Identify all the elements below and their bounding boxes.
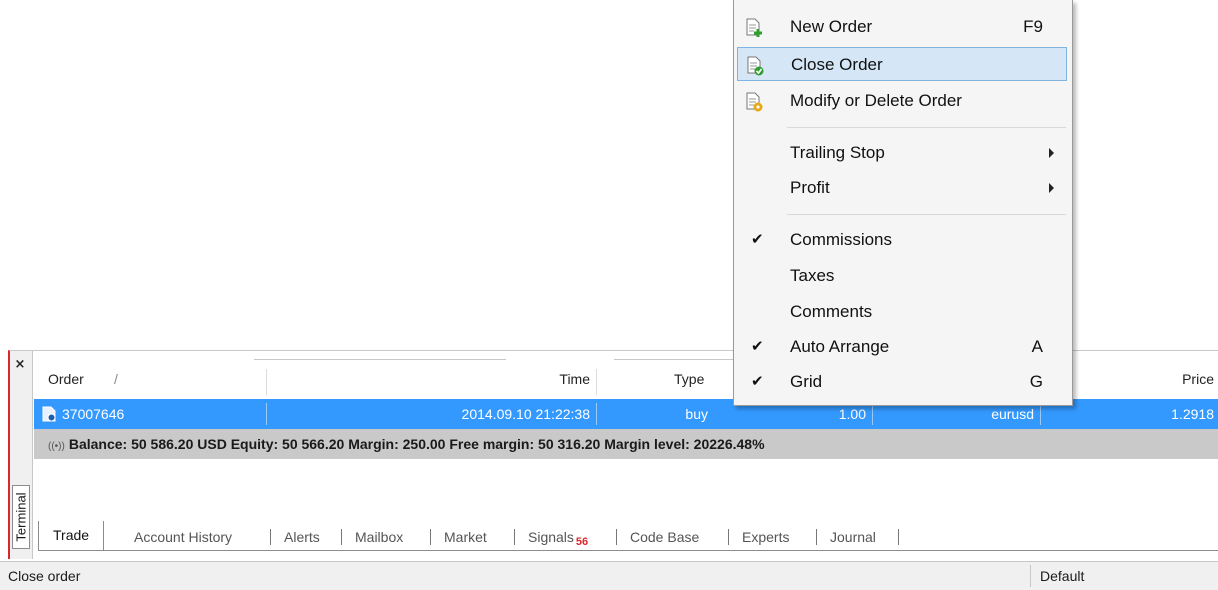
menu-item-shortcut: F9 [1023, 17, 1043, 36]
column-type[interactable]: Type [674, 359, 704, 399]
signals-count-badge: 56 [575, 536, 589, 548]
menu-item-profit[interactable]: Profit [737, 171, 1067, 205]
submenu-arrow-icon [1049, 148, 1054, 158]
menu-item-label: Comments [790, 302, 873, 321]
status-profile: Default [1040, 568, 1085, 584]
status-separator [1030, 565, 1031, 587]
menu-item-label: Taxes [790, 266, 835, 285]
tab-trade[interactable]: Trade [38, 521, 105, 551]
cell-type: buy [685, 406, 708, 422]
menu-item-label: Close Order [791, 55, 883, 74]
terminal-label: Terminal [13, 492, 29, 542]
tab-separator [898, 529, 899, 545]
tab-separator [728, 529, 729, 545]
menu-item-label: Grid [790, 372, 823, 391]
checkmark-icon: ✔ [751, 231, 764, 248]
cell-order: 37007646 [62, 406, 125, 422]
status-bar: Close order Default [0, 561, 1218, 590]
menu-item-taxes[interactable]: Taxes [737, 259, 1067, 293]
tab-separator [514, 529, 515, 545]
checkmark-icon: ✔ [751, 338, 764, 355]
checkmark-icon: ✔ [751, 373, 764, 390]
modify-order-icon [746, 92, 763, 112]
context-menu: New Order F9 Close Order Modify or Delet… [733, 0, 1073, 406]
tab-account-history[interactable]: Account History [134, 523, 232, 551]
balance-text: Balance: 50 586.20 USD Equity: 50 566.20… [68, 436, 765, 452]
menu-item-shortcut: G [1029, 372, 1043, 391]
menu-separator [787, 127, 1066, 128]
terminal-sidebar: × Terminal [10, 351, 33, 559]
menu-item-trailing-stop[interactable]: Trailing Stop [737, 136, 1067, 170]
new-order-icon [746, 18, 762, 37]
order-icon [42, 406, 56, 422]
tab-separator [270, 529, 271, 545]
tab-code-base[interactable]: Code Base [630, 523, 699, 551]
tab-mailbox[interactable]: Mailbox [355, 523, 403, 551]
close-icon[interactable]: × [13, 358, 27, 372]
tab-separator [816, 529, 817, 545]
menu-item-label: Auto Arrange [790, 337, 890, 356]
status-text: Close order [8, 568, 81, 584]
tab-separator [430, 529, 431, 545]
menu-item-modify-delete-order[interactable]: Modify or Delete Order [737, 84, 1067, 118]
menu-item-label: Commissions [790, 230, 893, 249]
menu-item-auto-arrange[interactable]: ✔ Auto Arrange A [737, 330, 1067, 364]
close-order-icon [747, 56, 764, 76]
menu-item-new-order[interactable]: New Order F9 [737, 10, 1067, 44]
menu-item-label: Modify or Delete Order [790, 91, 962, 110]
menu-item-label: Trailing Stop [790, 143, 885, 162]
menu-item-label: New Order [790, 17, 873, 36]
balance-summary-row: ((•)) Balance: 50 586.20 USD Equity: 50 5… [34, 429, 1218, 459]
signal-icon: ((•)) [48, 441, 65, 452]
menu-item-label: Profit [790, 178, 830, 197]
terminal-tabs: Trade Account History Alerts Mailbox Mar… [38, 521, 1218, 551]
terminal-side-tab[interactable]: Terminal [12, 485, 30, 549]
menu-item-shortcut: A [1031, 337, 1043, 356]
menu-item-grid[interactable]: ✔ Grid G [737, 365, 1067, 399]
cell-time: 2014.09.10 21:22:38 [461, 406, 590, 422]
submenu-arrow-icon [1049, 183, 1054, 193]
tab-alerts[interactable]: Alerts [284, 523, 320, 551]
tab-experts[interactable]: Experts [742, 523, 789, 551]
menu-separator [787, 214, 1066, 215]
column-time[interactable]: Time [266, 359, 590, 399]
sort-indicator: / [114, 371, 118, 387]
tab-market[interactable]: Market [444, 523, 487, 551]
menu-item-close-order[interactable]: Close Order [737, 47, 1067, 81]
tab-signals[interactable]: Signals 56 [528, 523, 588, 551]
tab-separator [616, 529, 617, 545]
tab-separator [341, 529, 342, 545]
column-order[interactable]: Order [48, 359, 84, 399]
tab-journal[interactable]: Journal [830, 523, 876, 551]
menu-item-commissions[interactable]: ✔ Commissions [737, 223, 1067, 257]
column-separator[interactable] [596, 369, 597, 395]
menu-item-comments[interactable]: Comments [737, 295, 1067, 329]
